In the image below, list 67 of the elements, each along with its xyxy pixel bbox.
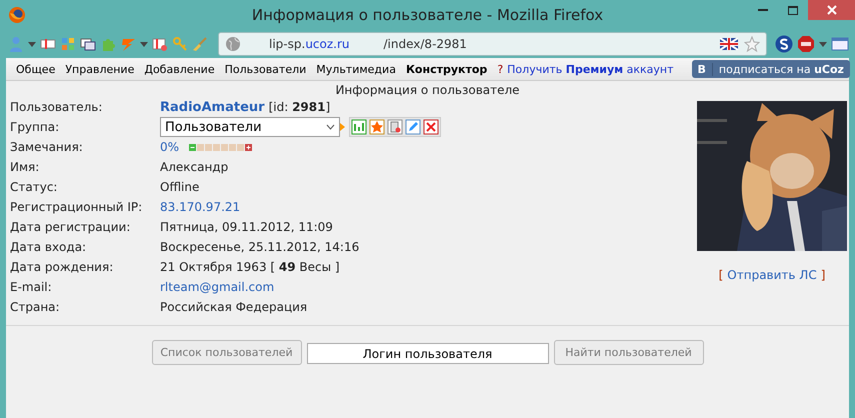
bracket: ]: [820, 268, 826, 282]
username-link[interactable]: RadioAmateur: [160, 100, 265, 114]
address-host: lip-sp.ucoz.ru: [269, 37, 350, 51]
field-value: Александр: [160, 160, 228, 174]
nav-item[interactable]: Конструктор: [406, 62, 488, 76]
address-bar[interactable]: lip-sp.ucoz.ru /index/8-2981: [218, 32, 767, 56]
page-title: Информация о пользователе: [334, 82, 521, 97]
group-select[interactable]: Пользователи: [160, 117, 340, 137]
field-label: E-mail:: [10, 280, 53, 294]
pencil-icon[interactable]: [405, 119, 421, 135]
close-button[interactable]: [808, 0, 855, 20]
s-logo-icon[interactable]: [775, 35, 793, 53]
minimize-icon: [758, 9, 768, 11]
window-icon[interactable]: [831, 36, 849, 52]
field-label: Дата входа:: [10, 240, 88, 254]
triangle-icon: [340, 123, 345, 131]
address-path: /index/8-2981: [384, 37, 468, 51]
card-icon[interactable]: [152, 36, 168, 52]
nav-item[interactable]: Добавление: [144, 62, 215, 76]
field-label: Имя:: [10, 160, 40, 174]
warnings-value: 0%: [160, 140, 180, 154]
field-label: Пользователь:: [10, 100, 104, 114]
caret-icon[interactable]: [28, 42, 36, 46]
field-value: Offline: [160, 180, 200, 194]
field-label: Страна:: [10, 300, 61, 314]
flag-icon[interactable]: [720, 38, 738, 50]
delete-icon[interactable]: [423, 119, 439, 135]
help-link[interactable]: ?: [497, 62, 504, 76]
nav-item[interactable]: Общее: [16, 62, 56, 76]
value-link[interactable]: 83.170.97.21: [160, 200, 240, 214]
minus-icon[interactable]: [189, 144, 196, 150]
login-field[interactable]: Логин пользователя: [306, 343, 548, 364]
value-link[interactable]: rlteam@gmail.com: [160, 280, 274, 294]
caret-icon[interactable]: [819, 42, 827, 46]
field-value: 21 Октября 1963 [ 49 Весы ]: [160, 260, 340, 274]
chevron-icon[interactable]: [326, 124, 335, 130]
nav-item[interactable]: Управление: [65, 62, 134, 76]
nav-item[interactable]: Мультимедиа: [316, 62, 396, 76]
field-label: Регистрационный IP:: [10, 200, 144, 214]
adblock-icon[interactable]: [797, 35, 815, 53]
caret-icon[interactable]: [140, 42, 148, 46]
bracket: [: [718, 268, 724, 282]
document-icon[interactable]: [387, 119, 403, 135]
field-label: Статус:: [10, 180, 58, 194]
chart-icon[interactable]: [351, 119, 367, 135]
globe-icon: [225, 36, 241, 52]
field-value: Пятница, 09.11.2012, 11:09: [160, 220, 333, 234]
nav-item[interactable]: Пользователи: [224, 62, 306, 76]
star-icon[interactable]: [744, 36, 760, 52]
card-icon[interactable]: [40, 36, 56, 52]
window-icon[interactable]: [80, 36, 96, 52]
browser-logo-icon[interactable]: [8, 6, 26, 24]
star-icon[interactable]: [369, 119, 385, 135]
maximize-icon: [788, 6, 798, 14]
field-value: Воскресенье, 25.11.2012, 14:16: [160, 240, 360, 254]
user-id: [id: 2981]: [268, 100, 330, 114]
field-value: Российская Федерация: [160, 300, 308, 314]
premium-link[interactable]: Получить Премиум аккаунт: [507, 62, 674, 76]
field-label: Группа:: [10, 120, 60, 134]
subscribe-button[interactable]: В подписаться на uCoz: [692, 60, 850, 78]
field-label: Замечания:: [10, 140, 84, 154]
plus-icon[interactable]: [245, 144, 252, 150]
window-title: Информация о пользователе - Mozilla Firefox: [250, 6, 604, 24]
field-label: Дата рождения:: [10, 260, 114, 274]
field-label: Дата регистрации:: [10, 220, 132, 234]
close-icon: [826, 5, 836, 15]
send-message-link[interactable]: Отправить ЛС: [727, 268, 817, 282]
